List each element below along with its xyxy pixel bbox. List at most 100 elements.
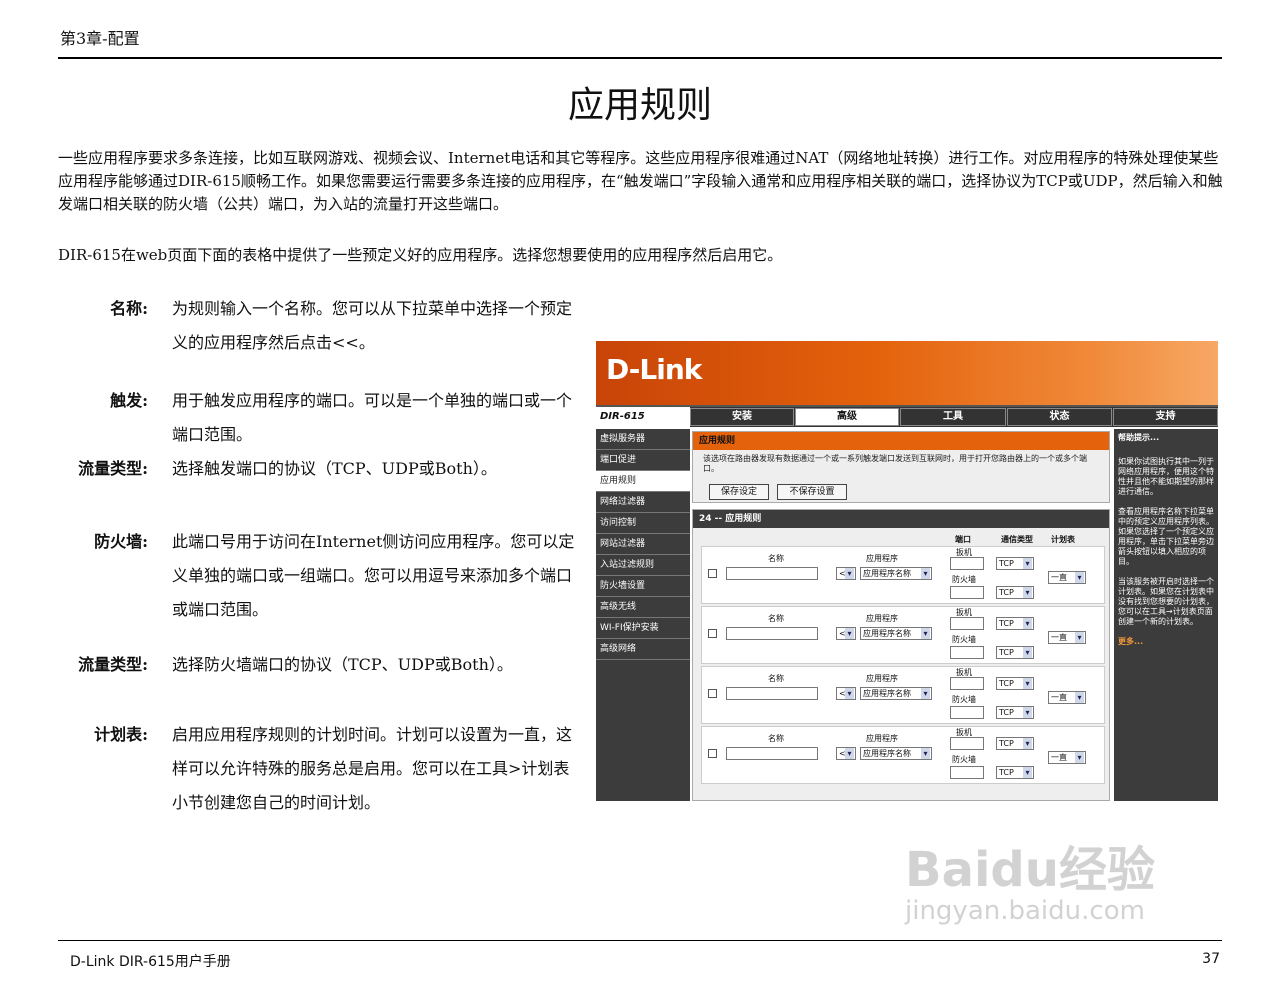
rule-row: 名称 应用程序 << 应用程序名称 扳机 防火墙 TCP TCP 一直 — [701, 606, 1105, 664]
definition-term: 触发: — [110, 391, 148, 410]
sidebar-item-access-control[interactable]: 访问控制 — [596, 513, 690, 534]
page-title: 应用规则 — [567, 85, 712, 126]
application-select[interactable]: 应用程序名称 — [860, 567, 932, 580]
rule-enable-checkbox[interactable] — [708, 629, 717, 638]
fill-arrow-button[interactable]: << — [836, 687, 856, 700]
column-traffic-type: 通信类型 — [1001, 535, 1033, 544]
definition-desc: 启用应用程序规则的计划时间。计划可以设置为一直，这样可以允许特殊的服务总是启用。… — [172, 725, 573, 812]
firewall-port-input[interactable] — [950, 706, 984, 719]
rule-enable-checkbox[interactable] — [708, 569, 717, 578]
definition-desc: 为规则输入一个名称。您可以从下拉菜单中选择一个预定义的应用程序然后点击<<。 — [172, 299, 573, 352]
application-label: 应用程序 — [866, 734, 898, 743]
schedule-select[interactable]: 一直 — [1048, 571, 1086, 584]
definition-desc: 用于触发应用程序的端口。可以是一个单独的端口或一个端口范围。 — [172, 391, 573, 444]
main-content: 应用规则 该选项在路由器发现有数据通过一个或一系列触发端口发送到互联网时，用于打… — [692, 429, 1112, 801]
watermark-line-1: Baidu经验 — [905, 842, 1155, 898]
rule-enable-checkbox[interactable] — [708, 749, 717, 758]
intro-paragraph-1: 一些应用程序要求多条连接，比如互联网游戏、视频会议、Internet电话和其它等… — [58, 149, 1223, 213]
page-number: 37 — [1202, 951, 1220, 967]
application-label: 应用程序 — [866, 674, 898, 683]
definition-term: 计划表: — [94, 725, 148, 744]
dlink-logo: D-Link — [606, 353, 702, 386]
sidebar-item-wps[interactable]: WI-FI保护安装 — [596, 618, 690, 639]
sidebar-item-application-rules[interactable]: 应用规则 — [596, 471, 690, 492]
trigger-protocol-select[interactable]: TCP — [996, 737, 1034, 750]
panel-text: 该选项在路由器发现有数据通过一个或一系列触发端口发送到互联网时，用于打开您路由器… — [703, 454, 1087, 473]
definition-desc: 选择防火墙端口的协议（TCP、UDP或Both）。 — [172, 655, 513, 674]
firewall-protocol-select[interactable]: TCP — [996, 706, 1034, 719]
column-port: 端口 — [955, 535, 971, 544]
sidebar-item-port-forwarding[interactable]: 端口促进 — [596, 450, 690, 471]
footer-rule — [58, 940, 1222, 941]
save-settings-button[interactable]: 保存设定 — [709, 484, 769, 500]
dont-save-button[interactable]: 不保存设置 — [777, 484, 847, 500]
rules-heading: 24 -- 应用规则 — [693, 510, 1109, 528]
intro-paragraph-2: DIR-615在web页面下面的表格中提供了一些预定义好的应用程序。选择您想要使… — [58, 246, 783, 264]
router-screenshot: D-Link DIR-615 安装 高级 工具 状态 支持 虚拟服务器 端口促进… — [596, 341, 1218, 801]
schedule-select[interactable]: 一直 — [1048, 691, 1086, 704]
name-label: 名称 — [768, 674, 784, 683]
sidebar-item-website-filter[interactable]: 网站过滤器 — [596, 534, 690, 555]
definition-term: 流量类型: — [78, 459, 148, 478]
tab-tools[interactable]: 工具 — [900, 408, 1006, 426]
model-label: DIR-615 — [596, 407, 690, 427]
sidebar-item-advanced-network[interactable]: 高级网络 — [596, 639, 690, 660]
tab-advanced[interactable]: 高级 — [795, 408, 899, 426]
name-input[interactable] — [726, 687, 818, 700]
more-link[interactable]: 更多... — [1118, 637, 1214, 647]
schedule-select[interactable]: 一直 — [1048, 631, 1086, 644]
trigger-protocol-select[interactable]: TCP — [996, 617, 1034, 630]
help-tips: 帮助提示... 如果你试图执行其中一列于网络应用程序，便用这个特性并且他不能如期… — [1114, 429, 1218, 801]
name-label: 名称 — [768, 614, 784, 623]
sidebar-item-network-filter[interactable]: 网络过滤器 — [596, 492, 690, 513]
schedule-select[interactable]: 一直 — [1048, 751, 1086, 764]
application-select[interactable]: 应用程序名称 — [860, 627, 932, 640]
fill-arrow-button[interactable]: << — [836, 627, 856, 640]
tab-status[interactable]: 状态 — [1007, 408, 1112, 426]
application-label: 应用程序 — [866, 554, 898, 563]
dlink-banner: D-Link — [596, 341, 1218, 405]
tip-3: 当该服务被开启时选择一个计划表。如果您在计划表中没有找到您想要的计划表，您可以在… — [1118, 577, 1214, 626]
sidebar-item-advanced-wireless[interactable]: 高级无线 — [596, 597, 690, 618]
trigger-port-input[interactable] — [950, 617, 984, 630]
trigger-port-input[interactable] — [950, 737, 984, 750]
watermark: Baidu经验 jingyan.baidu.com — [905, 830, 1155, 926]
name-label: 名称 — [768, 554, 784, 563]
application-select[interactable]: 应用程序名称 — [860, 687, 932, 700]
application-select[interactable]: 应用程序名称 — [860, 747, 932, 760]
sidebar-item-virtual-server[interactable]: 虚拟服务器 — [596, 429, 690, 450]
fill-arrow-button[interactable]: << — [836, 747, 856, 760]
definition-term: 名称: — [110, 299, 148, 318]
trigger-protocol-select[interactable]: TCP — [996, 557, 1034, 570]
watermark-line-2: jingyan.baidu.com — [905, 896, 1145, 926]
sidebar-item-firewall-settings[interactable]: 防火墙设置 — [596, 576, 690, 597]
firewall-protocol-select[interactable]: TCP — [996, 586, 1034, 599]
tips-heading: 帮助提示... — [1118, 433, 1160, 442]
rule-row: 名称 应用程序 << 应用程序名称 扳机 防火墙 TCP TCP 一直 — [701, 666, 1105, 724]
column-schedule: 计划表 — [1051, 535, 1075, 544]
app-rules-panel: 应用规则 该选项在路由器发现有数据通过一个或一系列触发端口发送到互联网时，用于打… — [692, 431, 1110, 503]
name-input[interactable] — [726, 627, 818, 640]
firewall-label: 防火墙 — [952, 635, 976, 644]
firewall-port-input[interactable] — [950, 766, 984, 779]
firewall-port-input[interactable] — [950, 586, 984, 599]
trigger-protocol-select[interactable]: TCP — [996, 677, 1034, 690]
definition-desc: 选择触发端口的协议（TCP、UDP或Both）。 — [172, 459, 497, 478]
rules-table-panel: 24 -- 应用规则 端口 通信类型 计划表 名称 应用程序 << 应用程序名称… — [692, 509, 1110, 801]
rule-row: 名称 应用程序 << 应用程序名称 扳机 防火墙 TCP TCP 一直 — [701, 546, 1105, 604]
name-input[interactable] — [726, 747, 818, 760]
firewall-protocol-select[interactable]: TCP — [996, 766, 1034, 779]
tab-support[interactable]: 支持 — [1113, 408, 1218, 426]
tab-setup[interactable]: 安装 — [690, 408, 794, 426]
firewall-port-input[interactable] — [950, 646, 984, 659]
trigger-port-input[interactable] — [950, 677, 984, 690]
firewall-label: 防火墙 — [952, 755, 976, 764]
firewall-protocol-select[interactable]: TCP — [996, 646, 1034, 659]
sidebar-item-inbound-filter[interactable]: 入站过滤规则 — [596, 555, 690, 576]
rule-enable-checkbox[interactable] — [708, 689, 717, 698]
tip-2: 查看应用程序名称下拉菜单中的预定义应用程序列表。如果您选择了一个预定义应用程序，… — [1118, 507, 1214, 566]
fill-arrow-button[interactable]: << — [836, 567, 856, 580]
name-input[interactable] — [726, 567, 818, 580]
trigger-port-input[interactable] — [950, 557, 984, 570]
tip-1: 如果你试图执行其中一列于网络应用程序，便用这个特性并且他不能如期望的那样进行通信… — [1118, 457, 1214, 496]
